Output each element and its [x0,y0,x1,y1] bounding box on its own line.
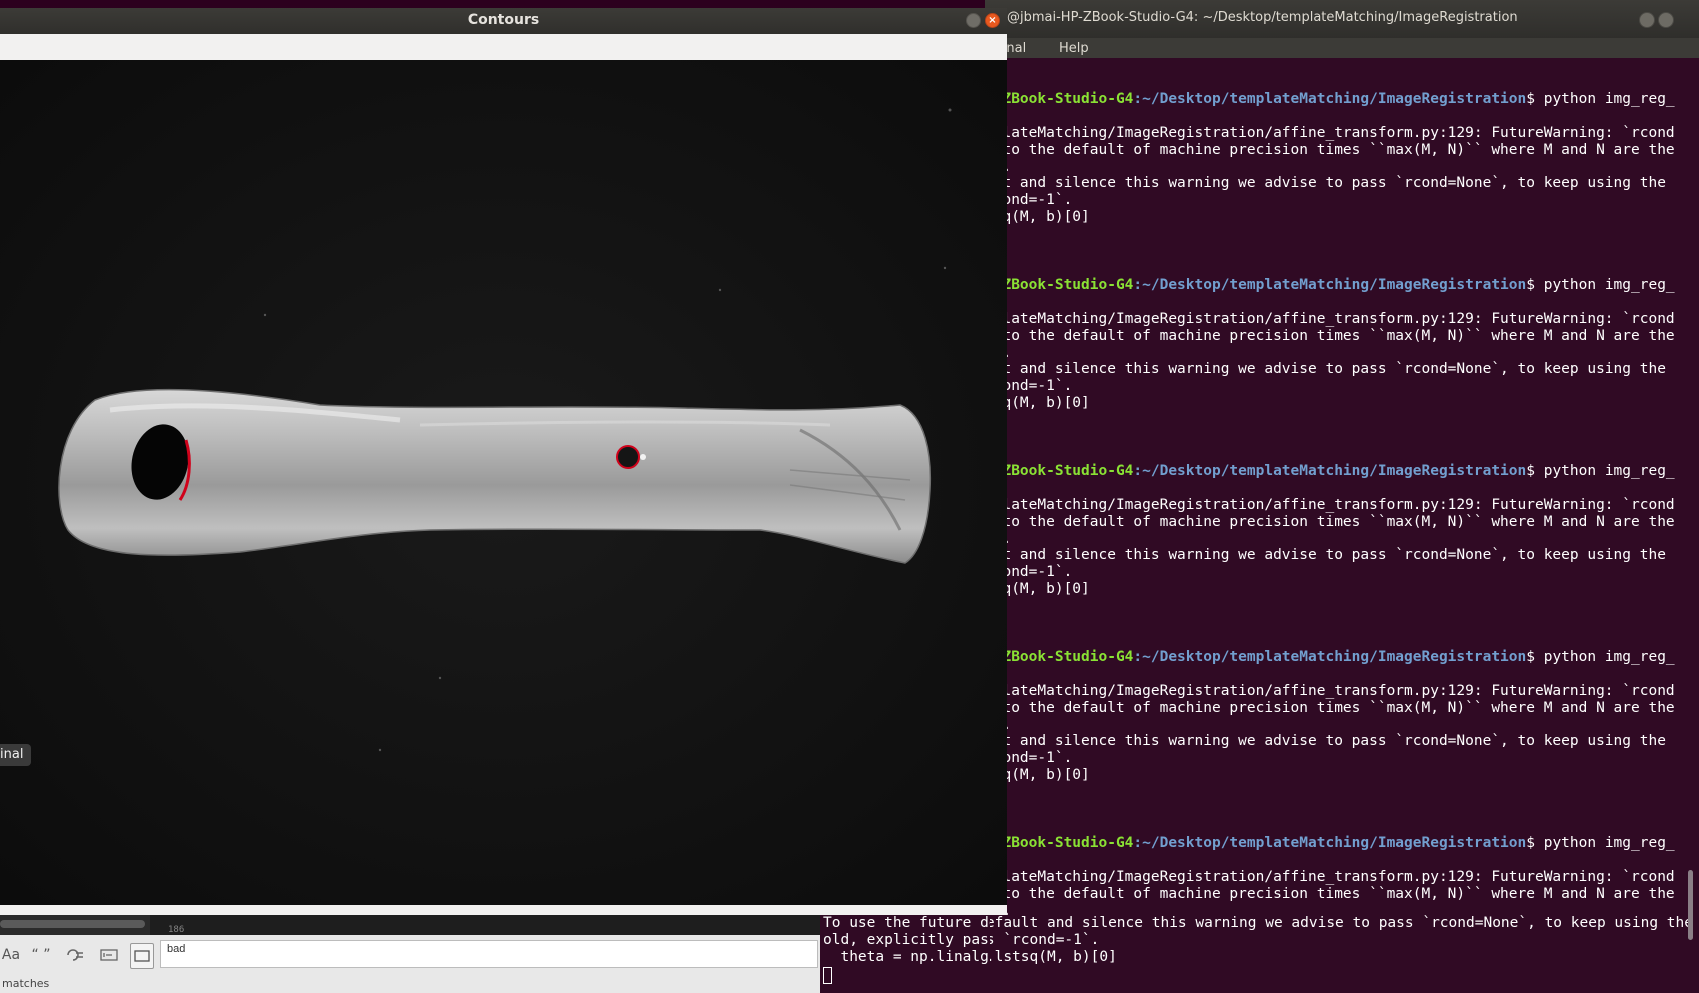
terminal-prompt-line: P-ZBook-Studio-G4:~/Desktop/templateMatc… [985,277,1675,293]
terminal-output-tail[interactable]: To use the future default and silence th… [820,915,990,993]
terminal-output-line: mplateMatching/ImageRegistration/affine_… [985,869,1675,885]
terminal-output-line: e to the default of machine precision ti… [985,141,1675,158]
contours-window: Contours × inal [0,8,1007,915]
close-icon: × [988,15,997,26]
contours-toolbar [0,34,1007,60]
prompt-host: P-ZBook-Studio-G4 [985,649,1134,665]
terminal-prompt-line: P-ZBook-Studio-G4:~/Desktop/templateMatc… [985,463,1675,479]
terminal-output-line: To use the future default and silence th… [823,915,990,931]
terminal-output-line: To use the future default and silence th… [985,915,1693,931]
terminal-output-line: ult and silence this warning we advise t… [985,175,1666,192]
terminal-output[interactable]: P-ZBook-Studio-G4:~/Desktop/templateMatc… [985,58,1699,993]
terminal-prompt-line: P-ZBook-Studio-G4:~/Desktop/templateMatc… [985,91,1675,107]
terminal-output-line: e to the default of machine precision ti… [985,327,1675,344]
terminal-output-line: theta = np.linalg.lstsq(M, b)[0] [840,948,990,965]
part-image [0,60,1007,905]
find-status-text: matches [2,977,50,990]
terminal-output-line: mplateMatching/ImageRegistration/affine_… [985,497,1675,513]
prompt-path: :~/Desktop/templateMatching/ImageRegistr… [1133,835,1527,851]
terminal-output-line: e to the default of machine precision ti… [985,699,1675,716]
find-in-selection-icon[interactable] [98,943,120,967]
find-bar: Aa “ ” bad [0,935,820,975]
terminal-prompt-line: P-ZBook-Studio-G4:~/Desktop/templateMatc… [985,649,1675,665]
match-case-button[interactable]: Aa [0,943,22,967]
editor-horizontal-scrollbar[interactable] [0,920,145,928]
terminal-output-line: e to the default of machine precision ti… [985,513,1675,530]
prompt-host: P-ZBook-Studio-G4 [985,91,1134,107]
close-button[interactable]: × [985,13,1000,28]
prompt-command: $ python img_reg_ [1526,91,1675,107]
highlight-matches-icon[interactable] [130,943,154,969]
terminal-scrollbar[interactable] [1688,870,1693,940]
terminal-menubar: rminal Help [985,38,1699,58]
contours-bottom-bar [0,905,1007,915]
terminal-output-line: mplateMatching/ImageRegistration/affine_… [985,683,1675,699]
prompt-host: P-ZBook-Studio-G4 [985,277,1134,293]
prompt-command: $ python img_reg_ [1526,835,1675,851]
terminal-output-line: ult and silence this warning we advise t… [985,547,1666,564]
terminal-cursor [823,967,832,984]
terminal-output-line: old, explicitly pass `rcond=-1`. [823,931,990,948]
launcher-tooltip: inal [0,744,32,766]
terminal-title: @jbmai-HP-ZBook-Studio-G4: ~/Desktop/tem… [1007,10,1518,25]
terminal-output-line: theta = np.linalg.lstsq(M, b)[0] [985,948,1117,965]
prompt-host: P-ZBook-Studio-G4 [985,835,1134,851]
find-status: matches [0,975,820,993]
terminal-minimize-button[interactable] [1639,12,1655,28]
terminal-prompt-line: P-ZBook-Studio-G4:~/Desktop/templateMatc… [985,835,1675,851]
contours-image[interactable]: inal [0,60,1007,905]
menu-help[interactable]: Help [1059,41,1089,56]
prompt-path: :~/Desktop/templateMatching/ImageRegistr… [1133,277,1527,293]
terminal-output-line: ult and silence this warning we advise t… [985,361,1666,378]
terminal-maximize-button[interactable] [1658,12,1674,28]
terminal-output-line: mplateMatching/ImageRegistration/affine_… [985,125,1675,141]
contours-titlebar[interactable]: Contours × [0,8,1007,34]
terminal-output-line: mplateMatching/ImageRegistration/affine_… [985,311,1675,327]
find-input[interactable]: bad [160,940,818,968]
terminal-output-line: old, explicitly pass `rcond=-1`. [985,931,1100,948]
prompt-host: P-ZBook-Studio-G4 [985,463,1134,479]
line-number: 186 [168,925,185,935]
prompt-command: $ python img_reg_ [1526,649,1675,665]
prompt-path: :~/Desktop/templateMatching/ImageRegistr… [1133,649,1527,665]
whole-word-button[interactable]: “ ” [30,943,52,967]
prompt-path: :~/Desktop/templateMatching/ImageRegistr… [1133,463,1527,479]
minimize-button[interactable] [966,13,981,28]
terminal-output-line: e to the default of machine precision ti… [985,885,1675,902]
terminal-titlebar: @jbmai-HP-ZBook-Studio-G4: ~/Desktop/tem… [985,0,1699,38]
prompt-path: :~/Desktop/templateMatching/ImageRegistr… [1133,91,1527,107]
prompt-command: $ python img_reg_ [1526,463,1675,479]
regex-icon[interactable] [64,943,86,967]
contours-title: Contours [467,12,540,28]
terminal-output-line: ult and silence this warning we advise t… [985,733,1666,750]
prompt-command: $ python img_reg_ [1526,277,1675,293]
